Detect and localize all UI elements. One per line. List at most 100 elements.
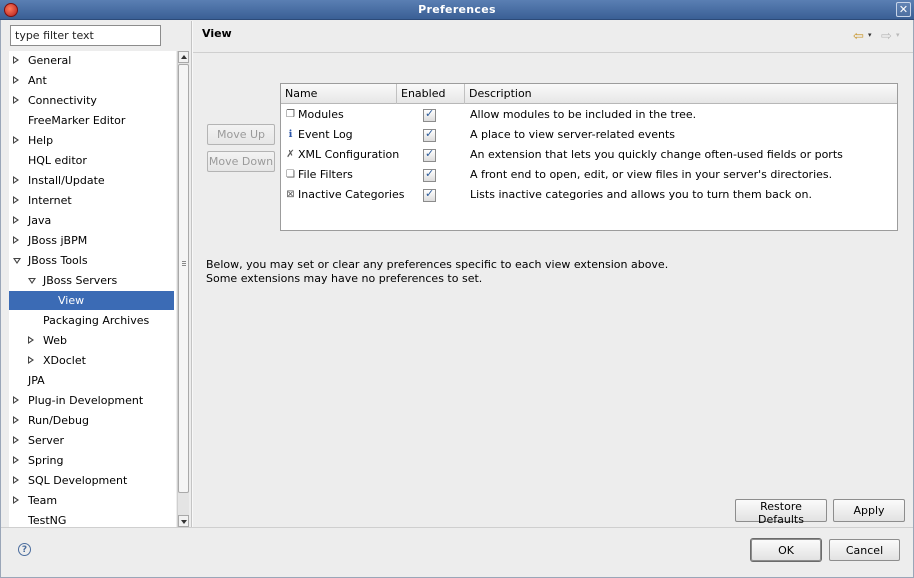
help-icon[interactable]: ? <box>18 543 31 556</box>
tree-item-label: Internet <box>28 194 72 207</box>
row-description: A front end to open, edit, or view files… <box>470 168 833 181</box>
tree-item-label: JBoss jBPM <box>28 234 88 247</box>
tree-item-jboss-servers[interactable]: JBoss Servers <box>9 271 174 290</box>
ok-button[interactable]: OK <box>751 539 821 561</box>
table-row[interactable]: ✗XML Configuration An extension that lets… <box>281 145 897 165</box>
tree-item-jboss-jbpm[interactable]: JBoss jBPM <box>9 231 174 250</box>
collapse-arrow-icon[interactable] <box>13 476 19 484</box>
tree-item-run-debug[interactable]: Run/Debug <box>9 411 174 430</box>
tree-item-label: Java <box>28 214 52 227</box>
table-row[interactable]: ❏File Filters A front end to open, edit, … <box>281 165 897 185</box>
collapse-arrow-icon[interactable] <box>13 56 19 64</box>
move-up-button[interactable]: Move Up <box>207 124 275 145</box>
table-header: Name Enabled Description <box>281 84 897 104</box>
title-bar[interactable]: Preferences ✕ <box>0 0 914 20</box>
table-row[interactable]: ❐Modules Allow modules to be included in … <box>281 105 897 125</box>
tree-item-xdoclet[interactable]: XDoclet <box>9 351 174 370</box>
tree-item-packaging-archives[interactable]: Packaging Archives <box>9 311 174 330</box>
tree-item-general[interactable]: General <box>9 51 174 70</box>
move-down-button[interactable]: Move Down <box>207 151 275 172</box>
collapse-arrow-icon[interactable] <box>13 416 19 424</box>
tree-item-spring[interactable]: Spring <box>9 451 174 470</box>
enabled-checkbox[interactable] <box>423 147 436 162</box>
collapse-arrow-icon[interactable] <box>13 176 19 184</box>
apply-button[interactable]: Apply <box>833 499 905 522</box>
tree-item-view[interactable]: View <box>9 291 174 310</box>
tree-item-install-update[interactable]: Install/Update <box>9 171 174 190</box>
collapse-arrow-icon[interactable] <box>28 356 34 364</box>
collapse-arrow-icon[interactable] <box>13 496 19 504</box>
tree-item-label: Ant <box>28 74 47 87</box>
pane-sash[interactable] <box>191 21 193 527</box>
collapse-arrow-icon[interactable] <box>13 216 19 224</box>
column-header-enabled[interactable]: Enabled <box>397 84 465 104</box>
row-name: File Filters <box>298 168 353 181</box>
tree-item-connectivity[interactable]: Connectivity <box>9 91 174 110</box>
info-text: Below, you may set or clear any preferen… <box>206 258 668 286</box>
tree-item-label: Help <box>28 134 54 147</box>
tree-item-java[interactable]: Java <box>9 211 174 230</box>
tree-item-ant[interactable]: Ant <box>9 71 174 90</box>
button-bar-separator <box>1 527 913 528</box>
column-header-name[interactable]: Name <box>281 84 397 104</box>
tree-item-plug-in-development[interactable]: Plug-in Development <box>9 391 174 410</box>
close-icon[interactable]: ✕ <box>896 2 911 17</box>
collapse-arrow-icon[interactable] <box>13 136 19 144</box>
tree-item-freemarker-editor[interactable]: FreeMarker Editor <box>9 111 174 130</box>
tree-item-testng[interactable]: TestNG <box>9 511 174 527</box>
collapse-arrow-icon[interactable] <box>13 396 19 404</box>
collapse-arrow-icon[interactable] <box>13 456 19 464</box>
enabled-checkbox[interactable] <box>423 167 436 182</box>
tree-item-label: XDoclet <box>43 354 86 367</box>
collapse-arrow-icon[interactable] <box>13 436 19 444</box>
tree-item-server[interactable]: Server <box>9 431 174 450</box>
tree-item-hql-editor[interactable]: HQL editor <box>9 151 174 170</box>
collapse-arrow-icon[interactable] <box>13 96 19 104</box>
tree-item-sql-development[interactable]: SQL Development <box>9 471 174 490</box>
back-dropdown-icon[interactable]: ▾ <box>868 31 872 39</box>
table-row[interactable]: ℹ Event Log A place to view server-related… <box>281 125 897 145</box>
tree-scrollbar[interactable] <box>177 51 189 527</box>
info-line-2: Some extensions may have no preferences … <box>206 272 483 285</box>
tree-item-label: TestNG <box>28 514 67 527</box>
filter-input[interactable] <box>10 25 161 46</box>
preference-tree[interactable]: General Ant Connectivity FreeMarker Editor H… <box>9 51 176 527</box>
tree-item-help[interactable]: Help <box>9 131 174 150</box>
row-name: Modules <box>298 108 344 121</box>
enabled-checkbox[interactable] <box>423 187 436 202</box>
page-title: View <box>202 27 232 40</box>
table-row[interactable]: ⊠Inactive Categories Lists inactive categ… <box>281 185 897 205</box>
collapse-arrow-icon[interactable] <box>13 76 19 84</box>
tree-item-label: General <box>28 54 72 67</box>
view-extensions-table[interactable]: Name Enabled Description ❐Modules Allow m… <box>280 83 898 231</box>
column-header-description[interactable]: Description <box>465 84 897 104</box>
page-header: View ⇦ ▾ ⇨ ▾ <box>193 21 913 53</box>
row-name: Event Log <box>298 128 353 141</box>
tree-item-jboss-tools[interactable]: JBoss Tools <box>9 251 174 270</box>
scroll-thumb[interactable] <box>178 64 189 493</box>
scroll-up-icon[interactable] <box>178 51 189 63</box>
tree-item-web[interactable]: Web <box>9 331 174 350</box>
collapse-arrow-icon[interactable] <box>28 336 34 344</box>
tree-item-team[interactable]: Team <box>9 491 174 510</box>
back-arrow-icon[interactable]: ⇦ <box>853 29 864 44</box>
collapse-arrow-icon[interactable] <box>13 196 19 204</box>
forward-dropdown-icon: ▾ <box>896 31 900 39</box>
collapse-arrow-icon[interactable] <box>13 236 19 244</box>
expand-arrow-icon[interactable] <box>13 258 21 264</box>
tree-item-label: HQL editor <box>28 154 87 167</box>
enabled-checkbox[interactable] <box>423 127 436 142</box>
scroll-down-icon[interactable] <box>178 515 189 527</box>
expand-arrow-icon[interactable] <box>28 278 36 284</box>
tree-item-label: SQL Development <box>28 474 128 487</box>
enabled-checkbox[interactable] <box>423 107 436 122</box>
tree-item-internet[interactable]: Internet <box>9 191 174 210</box>
cancel-button[interactable]: Cancel <box>829 539 900 561</box>
info-icon: ℹ <box>288 129 293 140</box>
row-description: A place to view server-related events <box>470 128 676 141</box>
tree-item-label: JBoss Servers <box>43 274 118 287</box>
row-description: Lists inactive categories and allows you… <box>470 188 812 201</box>
info-line-1: Below, you may set or clear any preferen… <box>206 258 669 271</box>
tree-item-jpa[interactable]: JPA <box>9 371 174 390</box>
restore-defaults-button[interactable]: Restore Defaults <box>735 499 827 526</box>
